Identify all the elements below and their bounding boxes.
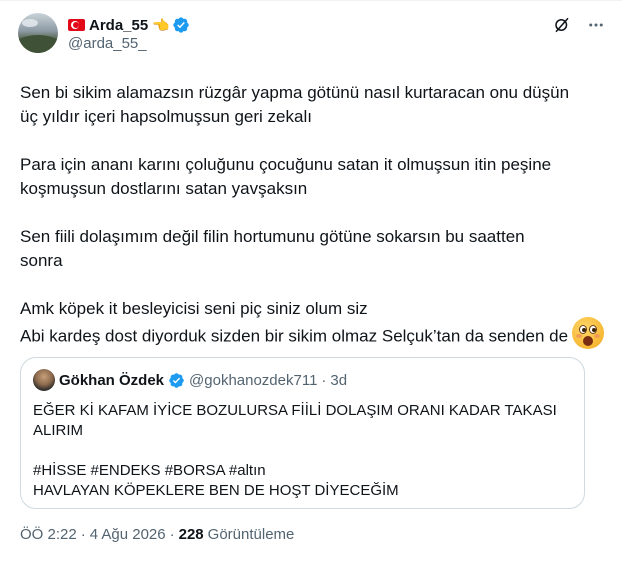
quoted-tweet-header: Gökhan Özdek @gokhanozdek711 · 3d <box>33 369 348 391</box>
face-screaming-surprised-icon <box>572 317 605 349</box>
quoted-tweet[interactable]: Gökhan Özdek @gokhanozdek711 · 3d EĞER K… <box>20 357 585 509</box>
more-horizontal-icon[interactable] <box>586 15 606 35</box>
tweet-text-line: Para için ananı karını çoluğunu çocuğunu… <box>20 155 552 174</box>
author-handle[interactable]: @arda_55_ <box>68 35 147 52</box>
tweet-card: Arda_55 👈 @arda_55_ Sen bi sikim alamazs… <box>0 0 622 561</box>
quoted-author-name: Gökhan Özdek <box>59 371 165 389</box>
avatar-sky <box>22 19 38 27</box>
author-avatar[interactable] <box>18 13 58 53</box>
quoted-author-avatar <box>33 369 55 391</box>
grok-icon[interactable] <box>552 15 572 35</box>
tweet-text-line: Abi kardeş dost diyorduk sizden bir siki… <box>20 326 569 346</box>
verified-badge-icon <box>169 372 184 388</box>
backhand-index-pointing-left-icon: 👈 <box>152 17 170 33</box>
quoted-text-line: EĞER Kİ KAFAM İYİCE BOZULURSA FİİLİ DOLA… <box>33 402 557 419</box>
tweet-text-line-last: Abi kardeş dost diyorduk sizden bir siki… <box>20 317 620 353</box>
turkey-flag-icon <box>68 19 85 31</box>
tweet-text-line: Sen fiili dolaşımım değil filin hortumun… <box>20 227 525 246</box>
quoted-text-line: HAVLAYAN KÖPEKLERE BEN DE HOŞT DİYECEĞİM <box>33 482 399 499</box>
tweet-top-actions <box>552 15 606 35</box>
views-label: Görüntüleme <box>207 526 295 543</box>
author-name-row: Arda_55 👈 <box>68 15 190 35</box>
quoted-tweet-text: EĞER Kİ KAFAM İYİCE BOZULURSA FİİLİ DOLA… <box>33 401 573 501</box>
separator-dot: · <box>321 371 327 389</box>
tweet-text-line: koşmuşsun dostlarını satan yavşaksın <box>20 179 308 198</box>
tweet-text-line: Amk köpek it besleyicisi seni piç siniz … <box>20 299 368 318</box>
quoted-text-line: #HİSSE #ENDEKS #BORSA #altın <box>33 462 266 479</box>
avatar-hill <box>18 35 58 53</box>
separator-dot: · <box>80 526 86 543</box>
quoted-time: 3d <box>330 371 348 389</box>
tweet-text-line: üç yıldır içeri hapsolmuşsun geri zekalı <box>20 107 312 126</box>
tweet-date[interactable]: 4 Ağu 2026 <box>90 526 166 543</box>
verified-badge-icon[interactable] <box>172 16 190 34</box>
tweet-meta: ÖÖ 2:22 · 4 Ağu 2026 · 228 Görüntüleme <box>20 526 294 543</box>
tweet-text-line: sonra <box>20 251 63 270</box>
tweet-text-line: Sen bi sikim alamazsın rüzgâr yapma götü… <box>20 83 570 102</box>
tweet-text: Sen bi sikim alamazsın rüzgâr yapma götü… <box>20 81 620 353</box>
separator-dot: · <box>169 526 175 543</box>
quoted-text-line: ALIRIM <box>33 422 84 439</box>
tweet-time[interactable]: ÖÖ 2:22 <box>20 526 77 543</box>
author-display-name[interactable]: Arda_55 <box>89 17 148 34</box>
quoted-author-handle: @gokhanozdek711 <box>189 371 318 389</box>
views-count: 228 <box>178 526 204 543</box>
